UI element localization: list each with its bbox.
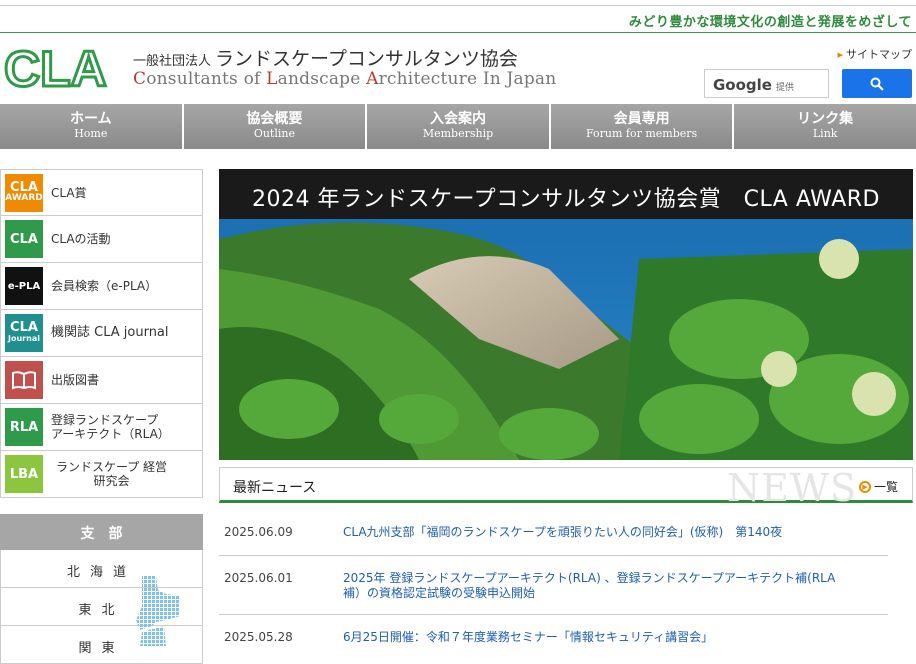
sidebar-item-label: 出版図書 <box>51 373 100 387</box>
search-button[interactable] <box>842 69 912 98</box>
nav-label-jp: リンク集 <box>797 111 854 127</box>
book-icon <box>5 361 43 399</box>
search-brand: Google <box>713 76 772 94</box>
news-item: 2025.05.28 6月25日開催：令和７年度業務セミナー「情報セキュリティ講… <box>219 615 888 655</box>
japan-map-icon <box>136 576 180 646</box>
org-en-initial-l: L <box>266 69 278 89</box>
sidebar-item-member-search[interactable]: e-PLA 会員検索（e-PLA） <box>0 263 203 310</box>
sidebar-item-label: ランドスケープ 経営研究会 <box>55 460 168 488</box>
news-link[interactable]: 6月25日開催：令和７年度業務セミナー「情報セキュリティ講習会」 <box>343 630 853 655</box>
org-prefix: 一般社団法人 <box>133 54 212 69</box>
news-all-label: 一覧 <box>873 480 898 494</box>
news-item: 2025.06.01 2025年 登録ランドスケープアーキテクト(RLA) 、登… <box>219 556 888 615</box>
org-en-part-3: rchitecture In Japan <box>378 69 557 89</box>
cla-icon: CLA <box>5 220 43 258</box>
nav-label-jp: ホーム <box>70 111 112 127</box>
award-icon: CLA AWARD <box>5 173 43 212</box>
sidebar-menu: CLA AWARD CLA賞 CLA CLAの活動 e-PLA 会員検索（e-PL… <box>0 169 203 498</box>
nav-membership[interactable]: 入会案内 Membership <box>367 104 551 149</box>
sidebar-item-label: 機関誌 CLA journal <box>51 325 169 340</box>
arrow-circle-icon: ▶ <box>858 480 871 493</box>
hero-title: 2024 年ランドスケープコンサルタンツ協会賞 CLA AWARD <box>219 169 913 219</box>
org-name: ランドスケープコンサルタンツ協会 <box>215 48 518 70</box>
sidebar-item-rla[interactable]: RLA 登録ランドスケープ アーキテクト（RLA） <box>0 404 203 451</box>
news-date: 2025.06.09 <box>224 525 293 539</box>
search-input[interactable]: Google 提供 <box>704 69 829 98</box>
hero-landscape-image[interactable] <box>219 219 913 460</box>
sidebar-item-label: CLAの活動 <box>51 232 111 246</box>
epla-icon: e-PLA <box>5 267 43 305</box>
org-name-en: Consultants of Landscape Architecture In… <box>133 69 556 89</box>
org-name-jp: 一般社団法人 ランドスケープコンサルタンツ協会 <box>133 44 518 71</box>
header-divider <box>0 32 916 33</box>
sidebar-item-publications[interactable]: 出版図書 <box>0 357 203 404</box>
sidebar-item-label: CLA賞 <box>51 185 87 200</box>
sidebar-item-cla-award[interactable]: CLA AWARD CLA賞 <box>0 169 203 216</box>
lba-icon: LBA <box>5 455 43 493</box>
news-link[interactable]: 2025年 登録ランドスケープアーキテクト(RLA) 、登録ランドスケープアーキ… <box>343 571 853 614</box>
branch-heading: 支部 <box>0 514 203 550</box>
org-en-initial-c: C <box>133 69 147 89</box>
sidebar-item-journal[interactable]: CLA Journal 機関誌 CLA journal <box>0 310 203 357</box>
rla-icon: RLA <box>5 408 43 446</box>
nav-label-jp: 会員専用 <box>613 111 670 127</box>
news-list: 2025.06.09 CLA九州支部「福岡のランドスケープを頑張りたい人の同好会… <box>219 510 888 655</box>
org-en-part-1: onsultants of <box>146 69 267 89</box>
sidebar-item-label: 会員検索（e-PLA） <box>51 279 158 293</box>
nav-links[interactable]: リンク集 Link <box>734 104 916 149</box>
sidebar-item-label: 登録ランドスケープ アーキテクト（RLA） <box>51 413 170 441</box>
nav-label-jp: 入会案内 <box>429 111 486 127</box>
news-header: 最新ニュース NEWS ▶ 一覧 <box>219 466 913 510</box>
news-link[interactable]: CLA九州支部「福岡のランドスケープを頑張りたい人の同好会」(仮称) 第140夜 <box>343 525 853 555</box>
news-title: 最新ニュース <box>233 480 317 496</box>
nav-members-forum[interactable]: 会員専用 Forum for members <box>550 104 735 149</box>
top-divider <box>0 5 916 6</box>
sitemap-link[interactable]: サイトマップ <box>837 46 912 62</box>
sidebar-item-lba[interactable]: LBA ランドスケープ 経営研究会 <box>0 451 203 498</box>
nav-outline[interactable]: 協会概要 Outline <box>183 104 368 149</box>
nav-home[interactable]: ホーム Home <box>0 104 184 149</box>
search-icon <box>870 77 884 91</box>
sidebar-item-activities[interactable]: CLA CLAの活動 <box>0 216 203 263</box>
org-en-part-2: andscape <box>277 69 367 89</box>
news-item: 2025.06.09 CLA九州支部「福岡のランドスケープを頑張りたい人の同好会… <box>219 510 888 556</box>
tagline: みどり豊かな環境文化の創造と発展をめざして <box>628 15 912 30</box>
news-date: 2025.05.28 <box>224 630 293 644</box>
nav-label-en: Link <box>812 127 838 140</box>
nav-label-en: Outline <box>253 127 295 140</box>
nav-label-en: Membership <box>422 127 494 140</box>
nav-label-en: Home <box>74 127 108 140</box>
logo-text: CLA <box>4 42 107 92</box>
org-en-initial-a: A <box>366 69 379 89</box>
main-nav: ホーム Home 協会概要 Outline 入会案内 Membership 会員専用 F… <box>0 104 916 149</box>
cla-logo[interactable]: CLA <box>4 42 112 92</box>
nav-label-jp: 協会概要 <box>246 111 303 127</box>
news-watermark: NEWS <box>727 466 858 510</box>
news-all-link[interactable]: ▶ 一覧 <box>858 478 898 495</box>
journal-icon: CLA Journal <box>5 314 43 352</box>
nav-label-en: Forum for members <box>585 127 698 140</box>
news-date: 2025.06.01 <box>224 571 293 585</box>
search-brand-sub: 提供 <box>775 83 794 93</box>
